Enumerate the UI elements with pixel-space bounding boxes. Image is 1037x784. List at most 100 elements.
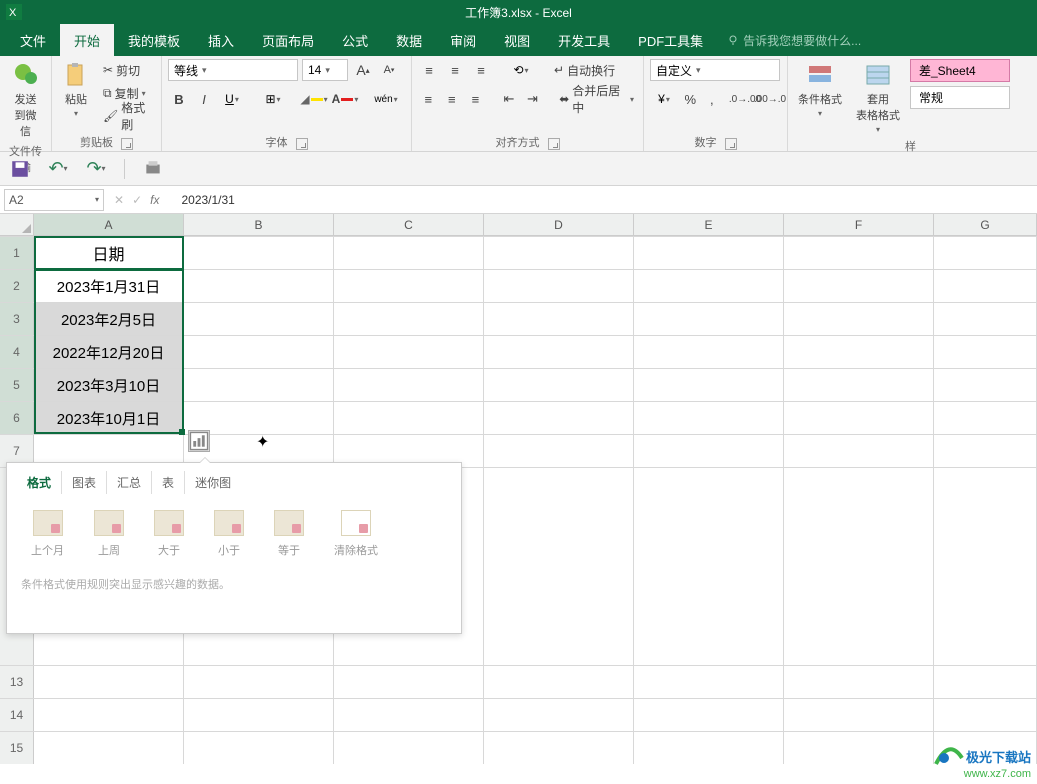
percent-button[interactable]: %	[681, 88, 700, 110]
cell-A5[interactable]: 2023年3月10日	[34, 369, 184, 401]
font-color-button[interactable]: A▾	[331, 88, 359, 110]
table-format-button[interactable]: 套用 表格格式▾	[852, 59, 904, 136]
col-header-F[interactable]: F	[784, 214, 934, 235]
tab-dev[interactable]: 开发工具	[544, 24, 624, 56]
fill-color-button[interactable]: ◢▾	[300, 88, 328, 110]
decrease-decimal-button[interactable]: .00→.0	[759, 88, 781, 110]
cancel-icon[interactable]: ✕	[114, 193, 124, 207]
popup-tab-table[interactable]: 表	[152, 471, 185, 494]
tab-layout[interactable]: 页面布局	[248, 24, 328, 56]
align-middle-button[interactable]: ≡	[444, 59, 466, 81]
send-wechat-button[interactable]: 发送 到微信	[6, 59, 45, 141]
popup-tab-totals[interactable]: 汇总	[107, 471, 152, 494]
popup-item-lastmonth[interactable]: 上个月	[31, 510, 64, 558]
decrease-indent-button[interactable]: ⇤	[499, 88, 520, 110]
popup-item-lastweek[interactable]: 上周	[94, 510, 124, 558]
row-header-6[interactable]: 6	[0, 402, 34, 434]
cell-A1[interactable]: 日期	[34, 237, 184, 269]
quick-analysis-button[interactable]	[188, 430, 210, 452]
row-header-2[interactable]: 2	[0, 270, 34, 302]
row-header-13[interactable]: 13	[0, 666, 34, 698]
align-top-button[interactable]: ≡	[418, 59, 440, 81]
dialog-launcher-number[interactable]	[725, 138, 737, 150]
font-size-select[interactable]: 14▾	[302, 59, 348, 81]
row-header-3[interactable]: 3	[0, 303, 34, 335]
cell-A4[interactable]: 2022年12月20日	[34, 336, 184, 368]
select-all-corner[interactable]	[0, 214, 34, 235]
col-header-D[interactable]: D	[484, 214, 634, 235]
popup-item-greater[interactable]: 大于	[154, 510, 184, 558]
tab-formulas[interactable]: 公式	[328, 24, 382, 56]
align-left-button[interactable]: ≡	[418, 88, 439, 110]
border-button[interactable]: ⊞▾	[259, 88, 287, 110]
increase-indent-button[interactable]: ⇥	[522, 88, 543, 110]
orientation-button[interactable]: ⟲▾	[507, 59, 535, 81]
align-right-button[interactable]: ≡	[465, 88, 486, 110]
popup-tab-sparkline[interactable]: 迷你图	[185, 471, 241, 494]
col-header-C[interactable]: C	[334, 214, 484, 235]
currency-button[interactable]: ¥▾	[650, 88, 678, 110]
number-format-select[interactable]: 自定义▾	[650, 59, 780, 81]
col-header-B[interactable]: B	[184, 214, 334, 235]
comma-button[interactable]: ,	[703, 88, 722, 110]
popup-item-less[interactable]: 小于	[214, 510, 244, 558]
cell-A6[interactable]: 2023年10月1日	[34, 402, 184, 434]
align-bottom-button[interactable]: ≡	[470, 59, 492, 81]
tab-file[interactable]: 文件	[6, 24, 60, 56]
popup-item-clear[interactable]: 清除格式	[334, 510, 378, 558]
save-button[interactable]	[10, 159, 30, 179]
popup-tab-chart[interactable]: 图表	[62, 471, 107, 494]
align-center-button[interactable]: ≡	[442, 88, 463, 110]
name-box[interactable]: A2▾	[4, 189, 104, 211]
formula-input[interactable]: 2023/1/31	[175, 193, 1037, 207]
wrap-text-button[interactable]: ↵自动换行	[551, 59, 618, 81]
cell-B1[interactable]	[184, 237, 334, 269]
tab-review[interactable]: 审阅	[436, 24, 490, 56]
increase-decimal-button[interactable]: .0→.00	[734, 88, 756, 110]
dialog-launcher-align[interactable]	[548, 138, 560, 150]
popup-tab-format[interactable]: 格式	[17, 471, 62, 494]
conditional-format-button[interactable]: 条件格式▾	[794, 59, 846, 120]
tab-view[interactable]: 视图	[490, 24, 544, 56]
cell-style-bad[interactable]: 差_Sheet4	[910, 59, 1010, 82]
popup-item-equal[interactable]: 等于	[274, 510, 304, 558]
tab-templates[interactable]: 我的模板	[114, 24, 194, 56]
window-title: 工作簿3.xlsx - Excel	[465, 4, 572, 21]
row-header-1[interactable]: 1	[0, 237, 34, 269]
format-painter-button[interactable]: 🖌格式刷	[100, 105, 155, 127]
cell-A3[interactable]: 2023年2月5日	[34, 303, 184, 335]
confirm-icon[interactable]: ✓	[132, 193, 142, 207]
tab-insert[interactable]: 插入	[194, 24, 248, 56]
col-header-E[interactable]: E	[634, 214, 784, 235]
paste-button[interactable]: 粘贴 ▾	[58, 59, 94, 120]
tell-me[interactable]: 告诉我您想要做什么...	[727, 24, 861, 56]
phonetic-button[interactable]: wén▾	[372, 88, 400, 110]
tab-home[interactable]: 开始	[60, 24, 114, 56]
col-header-A[interactable]: A	[34, 214, 184, 235]
increase-font-button[interactable]: A▴	[352, 59, 374, 81]
tab-data[interactable]: 数据	[382, 24, 436, 56]
print-preview-button[interactable]	[143, 159, 163, 179]
underline-button[interactable]: U▾	[218, 88, 246, 110]
undo-button[interactable]: ↶ ▾	[48, 159, 68, 179]
font-name-select[interactable]: 等线▾	[168, 59, 298, 81]
dialog-launcher-font[interactable]	[296, 138, 308, 150]
row-header-14[interactable]: 14	[0, 699, 34, 731]
fx-icon[interactable]: fx	[150, 193, 165, 207]
col-header-G[interactable]: G	[934, 214, 1037, 235]
italic-button[interactable]: I	[193, 88, 215, 110]
cut-button[interactable]: ✂剪切	[100, 59, 155, 81]
dialog-launcher-clipboard[interactable]	[121, 138, 133, 150]
row-header-5[interactable]: 5	[0, 369, 34, 401]
merge-center-button[interactable]: ⬌合并后居中▾	[556, 88, 637, 110]
cell-A2[interactable]: 2023年1月31日	[34, 270, 184, 302]
cell-style-normal[interactable]: 常规	[910, 86, 1010, 109]
bold-button[interactable]: B	[168, 88, 190, 110]
row-header-4[interactable]: 4	[0, 336, 34, 368]
row-header-15[interactable]: 15	[0, 732, 34, 764]
decrease-font-button[interactable]: A▾	[378, 59, 400, 81]
worksheet[interactable]: A B C D E F G 1日期 22023年1月31日 32023年2月5日…	[0, 214, 1037, 764]
less-icon	[214, 510, 244, 536]
redo-button[interactable]: ↷ ▾	[86, 159, 106, 179]
tab-pdf[interactable]: PDF工具集	[624, 24, 717, 56]
